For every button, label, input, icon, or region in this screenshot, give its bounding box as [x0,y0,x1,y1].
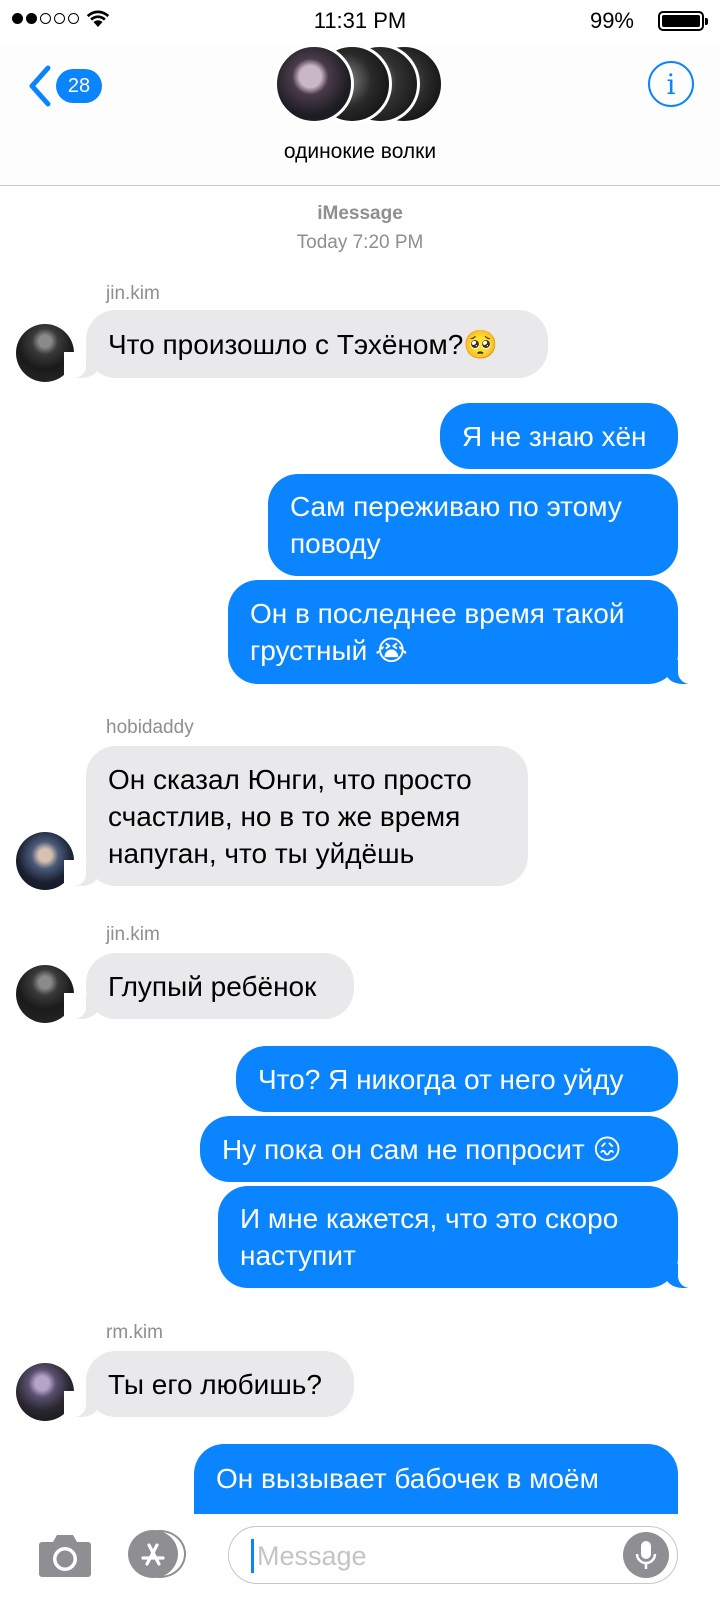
app-store-button[interactable] [128,1530,192,1578]
group-avatars[interactable] [274,44,454,124]
message-text: Сам переживаю по этому поводу [290,491,622,559]
message-bubble-outgoing[interactable]: Он вызывает бабочек в моём [194,1444,678,1514]
message-text: Он сказал Юнги, что просто счастлив, но … [108,763,472,869]
message-bubble-outgoing[interactable]: И мне кажется, что это скоро наступит [218,1186,700,1288]
sender-name: hobidaddy [106,717,194,738]
message-text: Что произошло с Тэхёном?🥺 [108,328,499,360]
message-bubble-outgoing[interactable]: Сам переживаю по этому поводу [268,474,678,576]
message-text: Он в последнее время такой грустный 😭 [250,598,625,666]
battery-icon [658,11,708,31]
chevron-left-icon [29,65,51,107]
text-caret [251,1539,254,1573]
sender-name: jin.kim [106,283,160,304]
camera-icon[interactable] [38,1532,92,1578]
app-store-icon [141,1543,165,1566]
message-text: Он вызывает бабочек в моём [216,1463,599,1494]
conversation-timestamp: Today 7:20 PM [296,232,424,253]
back-button[interactable]: 28 [28,62,108,110]
status-bar: 11:31 PM 99% [0,0,720,44]
message-bubble-outgoing[interactable]: Я не знаю хён [440,403,678,469]
message-input[interactable] [257,1537,597,1575]
conversation-header: 28 одинокие волки i [0,44,720,186]
message-bubble-outgoing[interactable]: Он в последнее время такой грустный 😭 [228,580,700,684]
message-bubble-incoming[interactable]: Глупый ребёнок [64,953,354,1019]
battery-percent: 99% [589,8,634,33]
message-bubble-incoming[interactable]: Что произошло с Тэхёном?🥺 [64,310,548,378]
message-bubble-incoming[interactable]: Он сказал Юнги, что просто счастлив, но … [64,746,528,886]
unread-count-badge: 28 [56,69,102,103]
microphone-icon [635,1541,657,1569]
message-text: Что? Я никогда от него уйду [258,1063,624,1095]
compose-bar [0,1514,720,1600]
info-icon: i [666,67,676,101]
service-label: iMessage [317,203,403,224]
message-text: И мне кажется, что это скоро наступит [240,1203,619,1271]
message-bubble-outgoing[interactable]: Что? Я никогда от него уйду [236,1046,678,1112]
message-bubble-outgoing[interactable]: Ну пока он сам не попросит 😖 [200,1116,678,1182]
avatar [274,44,354,124]
message-text: Я не знаю хён [462,420,647,452]
dictation-button[interactable] [623,1532,669,1578]
message-text: Глупый ребёнок [108,970,317,1002]
message-text: Ты его любишь? [108,1368,322,1400]
message-text: Ну пока он сам не попросит 😖 [222,1133,622,1165]
sender-name: rm.kim [106,1322,163,1343]
sender-name: jin.kim [106,924,160,945]
info-button[interactable]: i [648,61,694,107]
group-name[interactable]: одинокие волки [0,140,720,164]
message-bubble-incoming[interactable]: Ты его любишь? [64,1351,354,1417]
message-field[interactable] [228,1526,678,1584]
message-clip: Он вызывает бабочек в моём [0,1440,720,1514]
